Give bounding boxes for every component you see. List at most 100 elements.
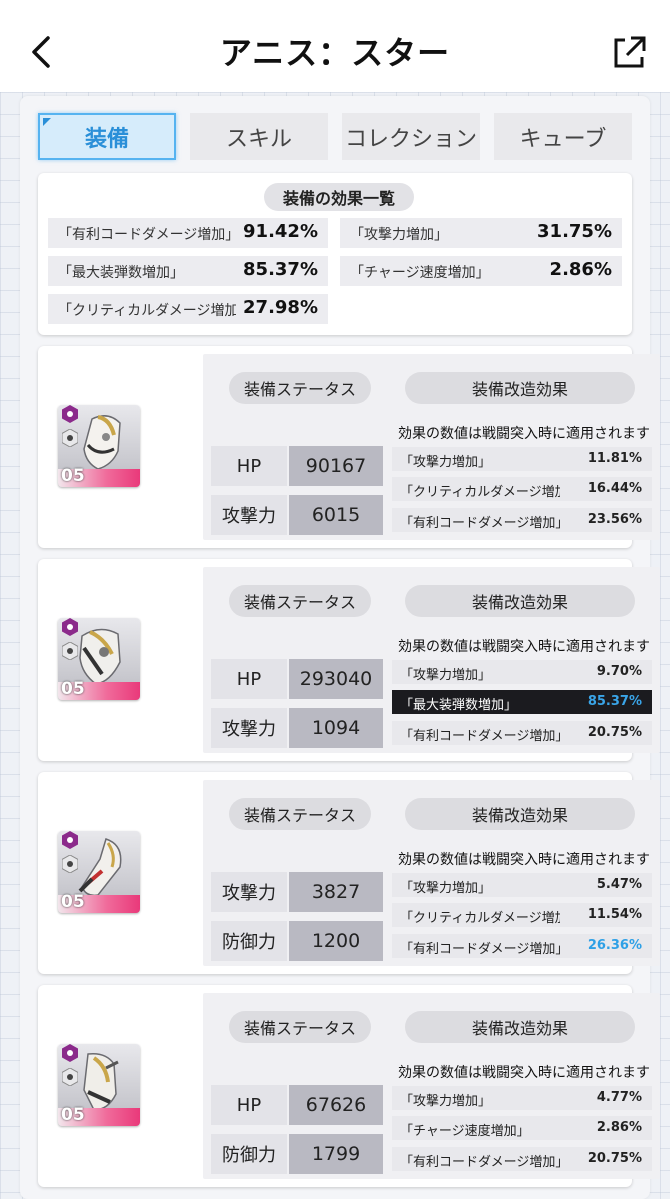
- equipment-card[interactable]: 05 装備ステータス 装備改造効果 HP 293040 攻撃力 1094 効果の…: [38, 559, 660, 761]
- stat-value: 90167: [289, 446, 383, 486]
- summary-item-value: 2.86%: [549, 259, 612, 280]
- mod-effect-title: 装備改造効果: [405, 1011, 635, 1043]
- equipment-details: 装備ステータス 装備改造効果 HP 67626 防御力 1799 効果の数値は戦…: [203, 993, 660, 1179]
- effect-label: 「クリティカルダメージ増加」: [400, 485, 560, 500]
- equipment-level: 05: [61, 1105, 85, 1125]
- effect-row: 「有利コードダメージ増加」 23.56%: [392, 508, 652, 532]
- class-badge-icon: [62, 1068, 78, 1086]
- rarity-badge-icon: [62, 1044, 78, 1062]
- effect-value: 20.75%: [587, 725, 642, 740]
- equipment-level: 05: [61, 892, 85, 912]
- class-badge-icon: [62, 429, 78, 447]
- stat-label: 攻撃力: [211, 495, 287, 535]
- stat-value: 1799: [289, 1134, 383, 1174]
- stat-label: HP: [211, 1085, 287, 1125]
- tab-skill[interactable]: スキル: [190, 113, 328, 160]
- effect-row: 「有利コードダメージ増加」 20.75%: [392, 1147, 652, 1171]
- effect-row: 「攻撃力増加」 9.70%: [392, 660, 652, 684]
- effect-value: 5.47%: [596, 877, 642, 892]
- equipment-level: 05: [61, 466, 85, 486]
- status-title: 装備ステータス: [229, 798, 371, 830]
- rarity-badge-icon: [62, 831, 78, 849]
- summary-title: 装備の効果一覧: [264, 183, 414, 211]
- effect-value: 9.70%: [596, 664, 642, 679]
- effect-note: 効果の数値は戦闘突入時に適用されます: [398, 639, 650, 655]
- summary-item: 「攻撃力増加」 31.75%: [340, 218, 622, 248]
- status-title: 装備ステータス: [229, 1011, 371, 1043]
- tab-equipment[interactable]: 装備: [38, 113, 176, 160]
- effect-row: 「クリティカルダメージ増加」 11.54%: [392, 903, 652, 927]
- stat-label: 防御力: [211, 921, 287, 961]
- effect-row: 「攻撃力増加」 4.77%: [392, 1086, 652, 1110]
- summary-item-value: 27.98%: [243, 297, 318, 318]
- effect-label: 「チャージ速度増加」: [400, 1124, 530, 1139]
- effect-value: 11.81%: [587, 451, 642, 466]
- stat-value: 293040: [289, 659, 383, 699]
- stat-value: 3827: [289, 872, 383, 912]
- effect-value: 26.36%: [587, 938, 642, 953]
- tab-cube[interactable]: キューブ: [494, 113, 632, 160]
- stat-label: 攻撃力: [211, 708, 287, 748]
- share-button[interactable]: [610, 34, 648, 72]
- summary-item-label: 「有利コードダメージ増加」: [58, 227, 238, 243]
- equipment-card[interactable]: 05 装備ステータス 装備改造効果 HP 90167 攻撃力 6015 効果の数…: [38, 346, 660, 548]
- effect-value: 11.54%: [587, 907, 642, 922]
- summary-item-value: 85.37%: [243, 259, 318, 280]
- mod-effect-title: 装備改造効果: [405, 798, 635, 830]
- stat-value: 1094: [289, 708, 383, 748]
- summary-item-label: 「クリティカルダメージ増加」: [58, 303, 236, 319]
- status-title: 装備ステータス: [229, 585, 371, 617]
- effect-row: 「有利コードダメージ増加」 20.75%: [392, 721, 652, 745]
- effect-note: 効果の数値は戦闘突入時に適用されます: [398, 1065, 650, 1081]
- effect-label: 「有利コードダメージ増加」: [400, 942, 560, 957]
- effect-label: 「有利コードダメージ増加」: [400, 516, 560, 531]
- effect-value: 20.75%: [587, 1151, 642, 1166]
- effect-label: 「攻撃力増加」: [400, 455, 492, 470]
- effect-row: 「攻撃力増加」 5.47%: [392, 873, 652, 897]
- stat-label: HP: [211, 659, 287, 699]
- summary-item-value: 31.75%: [537, 221, 612, 242]
- stat-value: 6015: [289, 495, 383, 535]
- equipment-level: 05: [61, 679, 85, 699]
- tab-collection[interactable]: コレクション: [342, 113, 480, 160]
- status-title: 装備ステータス: [229, 372, 371, 404]
- effect-row: 「攻撃力増加」 11.81%: [392, 447, 652, 471]
- equipment-card[interactable]: 05 装備ステータス 装備改造効果 HP 67626 防御力 1799 効果の数…: [38, 985, 660, 1187]
- effect-label: 「攻撃力増加」: [400, 1094, 492, 1109]
- class-badge-icon: [62, 642, 78, 660]
- effect-row: 「クリティカルダメージ増加」 16.44%: [392, 477, 652, 501]
- stat-label: 防御力: [211, 1134, 287, 1174]
- effects-summary-card: 装備の効果一覧 「有利コードダメージ増加」 91.42% 「攻撃力増加」 31.…: [38, 173, 632, 335]
- effect-value: 2.86%: [596, 1120, 642, 1135]
- stat-label: HP: [211, 446, 287, 486]
- summary-item: 「クリティカルダメージ増加」 27.98%: [48, 294, 328, 324]
- class-badge-icon: [62, 855, 78, 873]
- summary-item: 「最大装弾数増加」 85.37%: [48, 256, 328, 286]
- effect-value: 85.37%: [587, 694, 642, 709]
- rarity-badge-icon: [62, 405, 78, 423]
- stat-value: 1200: [289, 921, 383, 961]
- page-title: アニス：スター: [219, 34, 451, 72]
- summary-item: 「有利コードダメージ増加」 91.42%: [48, 218, 328, 248]
- effect-value: 23.56%: [587, 512, 642, 527]
- rarity-badge-icon: [62, 618, 78, 636]
- effect-row: 「チャージ速度増加」 2.86%: [392, 1116, 652, 1140]
- effect-label: 「有利コードダメージ増加」: [400, 1155, 560, 1170]
- stat-label: 攻撃力: [211, 872, 287, 912]
- summary-item-label: 「攻撃力増加」: [350, 227, 448, 243]
- effect-note: 効果の数値は戦闘突入時に適用されます: [398, 426, 650, 442]
- effect-row: 「有利コードダメージ増加」 26.36%: [392, 934, 652, 958]
- equipment-details: 装備ステータス 装備改造効果 攻撃力 3827 防御力 1200 効果の数値は戦…: [203, 780, 660, 966]
- equipment-card[interactable]: 05 装備ステータス 装備改造効果 攻撃力 3827 防御力 1200 効果の数…: [38, 772, 660, 974]
- effect-label: 「攻撃力増加」: [400, 668, 492, 683]
- effect-value: 4.77%: [596, 1090, 642, 1105]
- effect-label: 「クリティカルダメージ増加」: [400, 911, 560, 926]
- equipment-details: 装備ステータス 装備改造効果 HP 293040 攻撃力 1094 効果の数値は…: [203, 567, 660, 753]
- external-link-icon: [614, 36, 646, 68]
- effect-label: 「攻撃力増加」: [400, 881, 492, 896]
- effect-note: 効果の数値は戦闘突入時に適用されます: [398, 852, 650, 868]
- top-bar: アニス：スター: [0, 0, 670, 92]
- equipment-details: 装備ステータス 装備改造効果 HP 90167 攻撃力 6015 効果の数値は戦…: [203, 354, 660, 540]
- summary-item-value: 91.42%: [243, 221, 318, 242]
- effect-label: 「最大装弾数増加」: [400, 698, 518, 713]
